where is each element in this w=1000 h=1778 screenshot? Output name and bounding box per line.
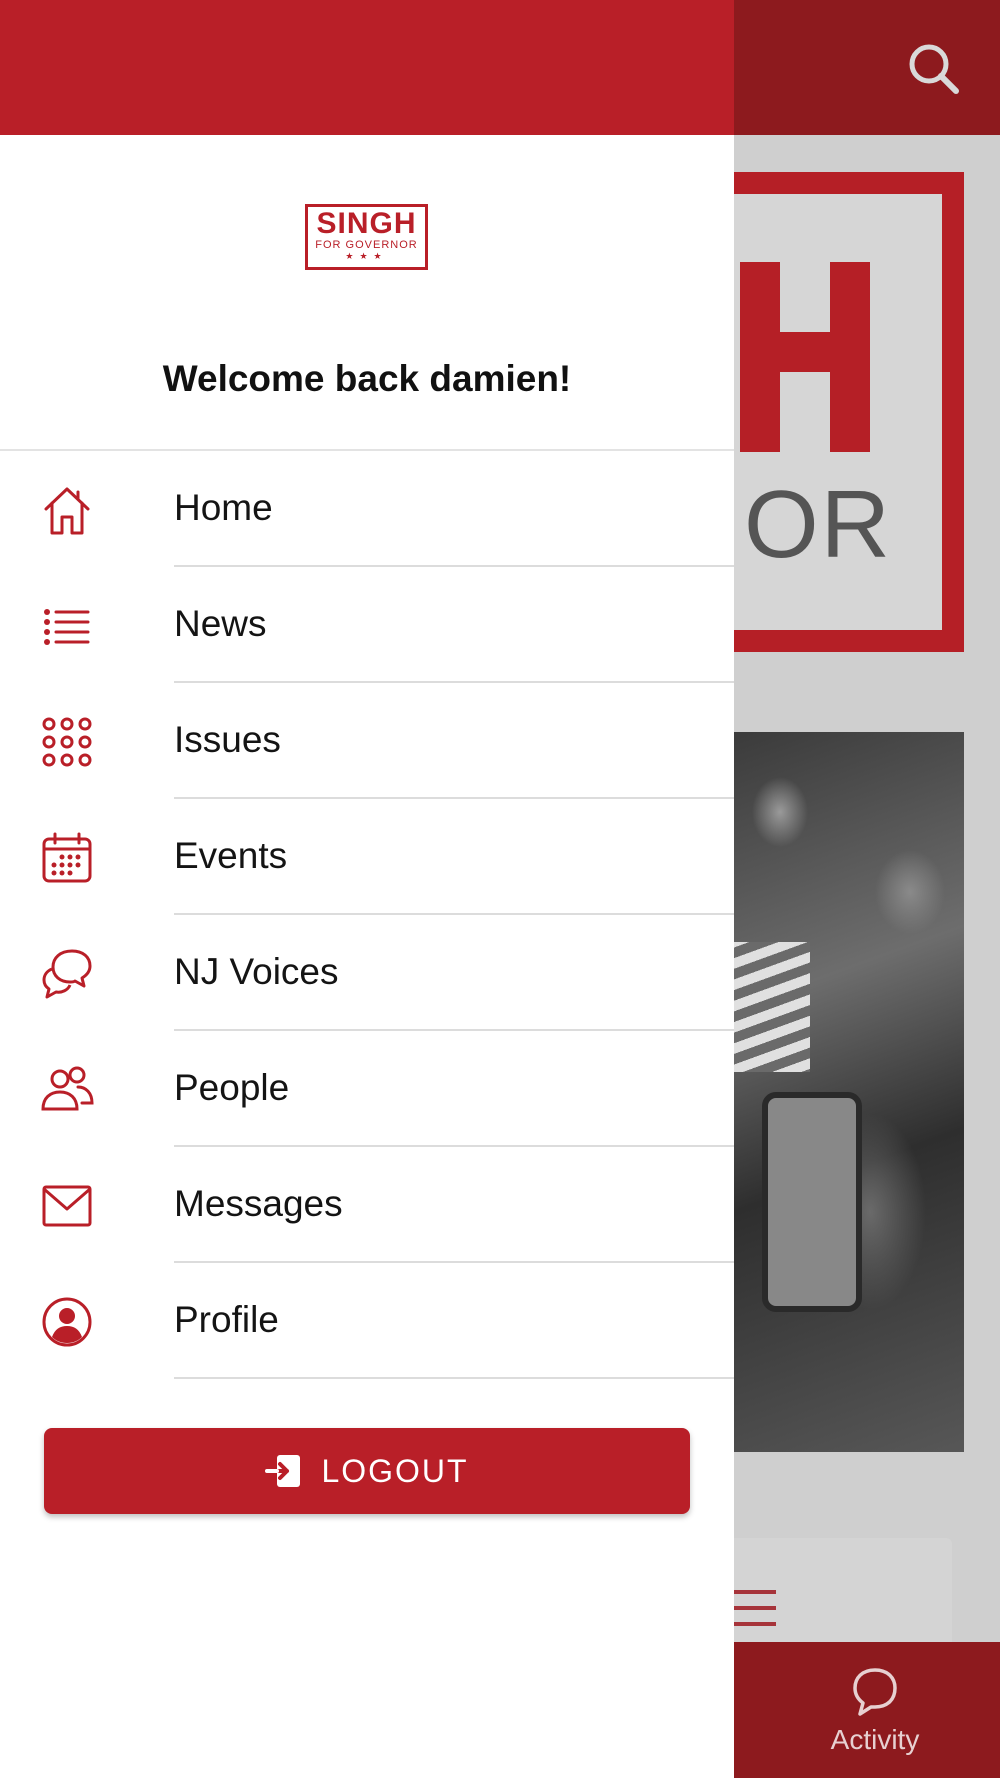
logo-stars: ★★★ [345, 251, 388, 261]
menu-item-news[interactable]: News [0, 567, 734, 683]
background-logo-letter [740, 262, 870, 452]
people-icon [40, 1063, 94, 1117]
tab-activity[interactable]: Activity [810, 1664, 940, 1764]
list-icon [40, 599, 94, 653]
logo-main-text: SINGH [316, 207, 417, 240]
menu-item-label: News [174, 603, 267, 644]
divider [174, 1377, 734, 1379]
drawer-header-bar [0, 0, 734, 135]
menu-item-label: Profile [174, 1299, 279, 1340]
navigation-drawer: SINGH FOR GOVERNOR ★★★ Welcome back dami… [0, 0, 734, 1778]
menu-item-label: People [174, 1067, 290, 1108]
sign-in-icon [265, 1452, 303, 1490]
menu-icon[interactable] [728, 1590, 776, 1630]
menu-item-label: Issues [174, 719, 281, 760]
tab-activity-label: Activity [830, 1724, 920, 1755]
campaign-logo: SINGH FOR GOVERNOR ★★★ [305, 204, 428, 270]
menu-item-nj-voices[interactable]: NJ Voices [0, 915, 734, 1031]
menu-item-messages[interactable]: Messages [0, 1147, 734, 1263]
menu-item-label: Events [174, 835, 288, 876]
chat-bubbles-icon [40, 947, 94, 1001]
drawer-menu: Home News Issues Events NJ Voices People… [0, 451, 734, 1379]
calendar-icon [40, 831, 94, 885]
menu-item-issues[interactable]: Issues [0, 683, 734, 799]
menu-item-label: NJ Voices [174, 951, 339, 992]
envelope-icon [40, 1179, 94, 1233]
menu-item-people[interactable]: People [0, 1031, 734, 1147]
logout-button[interactable]: LOGOUT [44, 1428, 690, 1514]
chat-bubble-icon [853, 1668, 897, 1716]
background-crowd-photo [720, 732, 964, 1452]
menu-item-home[interactable]: Home [0, 451, 734, 567]
background-logo-text: OR [744, 471, 892, 578]
menu-item-profile[interactable]: Profile [0, 1263, 734, 1379]
menu-item-label: Home [174, 487, 273, 528]
logout-label: LOGOUT [321, 1452, 469, 1489]
logo-sub-text: FOR GOVERNOR [315, 239, 418, 251]
search-icon[interactable] [905, 40, 961, 96]
user-circle-icon [40, 1295, 94, 1349]
menu-item-events[interactable]: Events [0, 799, 734, 915]
welcome-message: Welcome back damien! [162, 358, 572, 399]
menu-item-label: Messages [174, 1183, 343, 1224]
home-icon [40, 483, 94, 537]
grid-icon [40, 715, 94, 769]
